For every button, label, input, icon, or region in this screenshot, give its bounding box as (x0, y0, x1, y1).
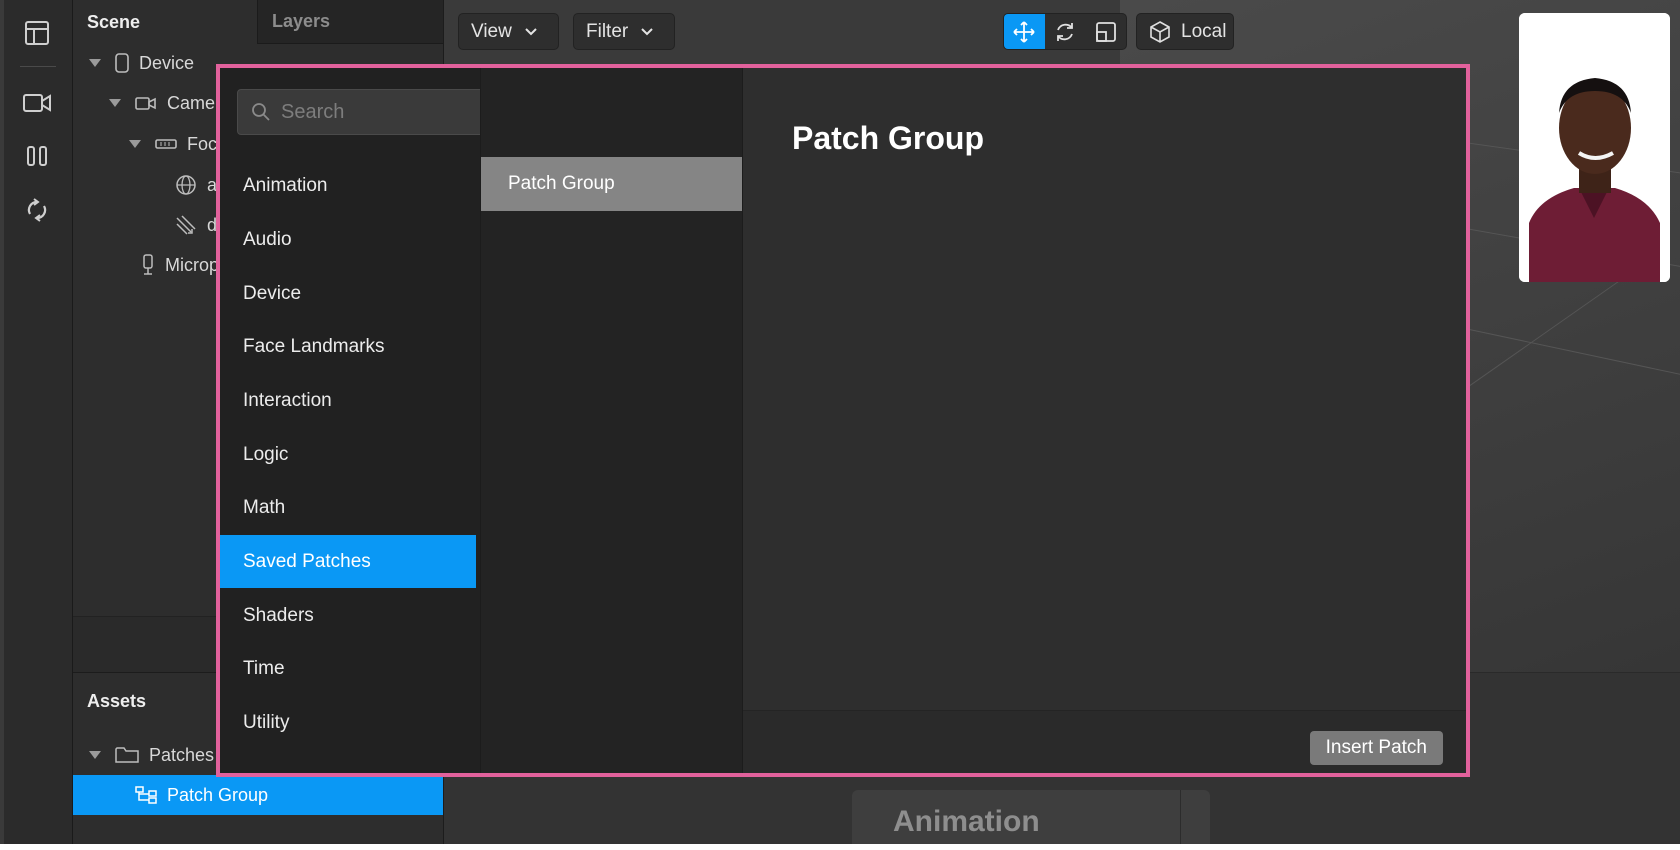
app-window: Scene Layers Device Camera Focal Distanc… (0, 0, 1680, 844)
category-math[interactable]: Math (220, 481, 476, 534)
patch-item-patch-group[interactable]: Patch Group (481, 157, 743, 211)
rail-divider (20, 66, 56, 67)
view-label: View (471, 20, 512, 42)
patch-library-dialog: ✕ Animation Audio Device Face Landmarks … (216, 64, 1470, 777)
category-face-landmarks[interactable]: Face Landmarks (220, 320, 476, 373)
patch-detail: Patch Group Insert Patch (742, 68, 1466, 773)
cube-icon (1149, 20, 1171, 43)
chevron-down-icon (524, 21, 538, 43)
move-tool-icon[interactable] (1004, 14, 1045, 49)
person-photo (1519, 13, 1670, 282)
assets-title: Assets (87, 690, 147, 711)
directional-light-icon (175, 214, 197, 236)
chevron-down-icon (640, 21, 654, 43)
local-toggle[interactable]: Local (1136, 13, 1234, 50)
detail-title: Patch Group (792, 120, 985, 156)
expand-triangle-icon[interactable] (109, 99, 121, 107)
node-title: Animation (893, 805, 1040, 838)
local-label: Local (1181, 20, 1227, 42)
microphone-icon (141, 254, 155, 276)
camera-icon (135, 95, 157, 111)
category-interaction[interactable]: Interaction (220, 374, 476, 427)
refresh-icon[interactable] (22, 195, 52, 225)
expand-triangle-icon[interactable] (129, 140, 141, 148)
pause-icon[interactable] (22, 141, 52, 171)
asset-label: Patch Group (167, 784, 269, 805)
category-audio[interactable]: Audio (220, 213, 476, 266)
category-device[interactable]: Device (220, 267, 476, 320)
expand-triangle-icon[interactable] (89, 751, 101, 759)
node-divider (1180, 790, 1181, 844)
expand-triangle-icon[interactable] (89, 59, 101, 67)
tab-layers[interactable]: Layers (257, 0, 443, 44)
tree-item-camera[interactable]: Camera (109, 83, 231, 123)
category-time[interactable]: Time (220, 642, 476, 695)
tab-scene[interactable]: Scene (73, 0, 271, 44)
view-dropdown[interactable]: View (458, 13, 559, 50)
category-utility[interactable]: Utility (220, 696, 476, 749)
layout-icon[interactable] (22, 18, 52, 48)
asset-patch-group[interactable]: Patch Group (73, 775, 443, 815)
insert-patch-button[interactable]: Insert Patch (1309, 731, 1443, 765)
category-list: ✕ Animation Audio Device Face Landmarks … (220, 68, 717, 773)
patch-group-icon (135, 786, 157, 804)
asset-label: Patches (149, 744, 215, 765)
phone-icon (115, 53, 129, 73)
category-logic[interactable]: Logic (220, 428, 476, 481)
folder-icon (115, 746, 139, 764)
scale-tool-icon[interactable] (1085, 14, 1126, 49)
focal-distance-icon (155, 138, 177, 150)
patch-list: Patch Group (480, 68, 743, 773)
search-icon (251, 102, 271, 122)
camera-preview (1519, 13, 1670, 282)
dialog-footer: Insert Patch (743, 710, 1466, 773)
tree-item-device[interactable]: Device (89, 43, 194, 83)
category-animation[interactable]: Animation (220, 159, 476, 212)
left-toolbar (4, 0, 73, 844)
transform-tools (1003, 13, 1127, 50)
globe-icon (175, 174, 197, 196)
tree-item-label: Device (139, 52, 195, 73)
rotate-tool-icon[interactable] (1045, 14, 1086, 49)
category-saved-patches[interactable]: Saved Patches (220, 535, 476, 588)
video-icon[interactable] (22, 88, 52, 118)
category-shaders[interactable]: Shaders (220, 589, 476, 642)
filter-dropdown[interactable]: Filter (573, 13, 675, 50)
filter-label: Filter (586, 20, 629, 42)
